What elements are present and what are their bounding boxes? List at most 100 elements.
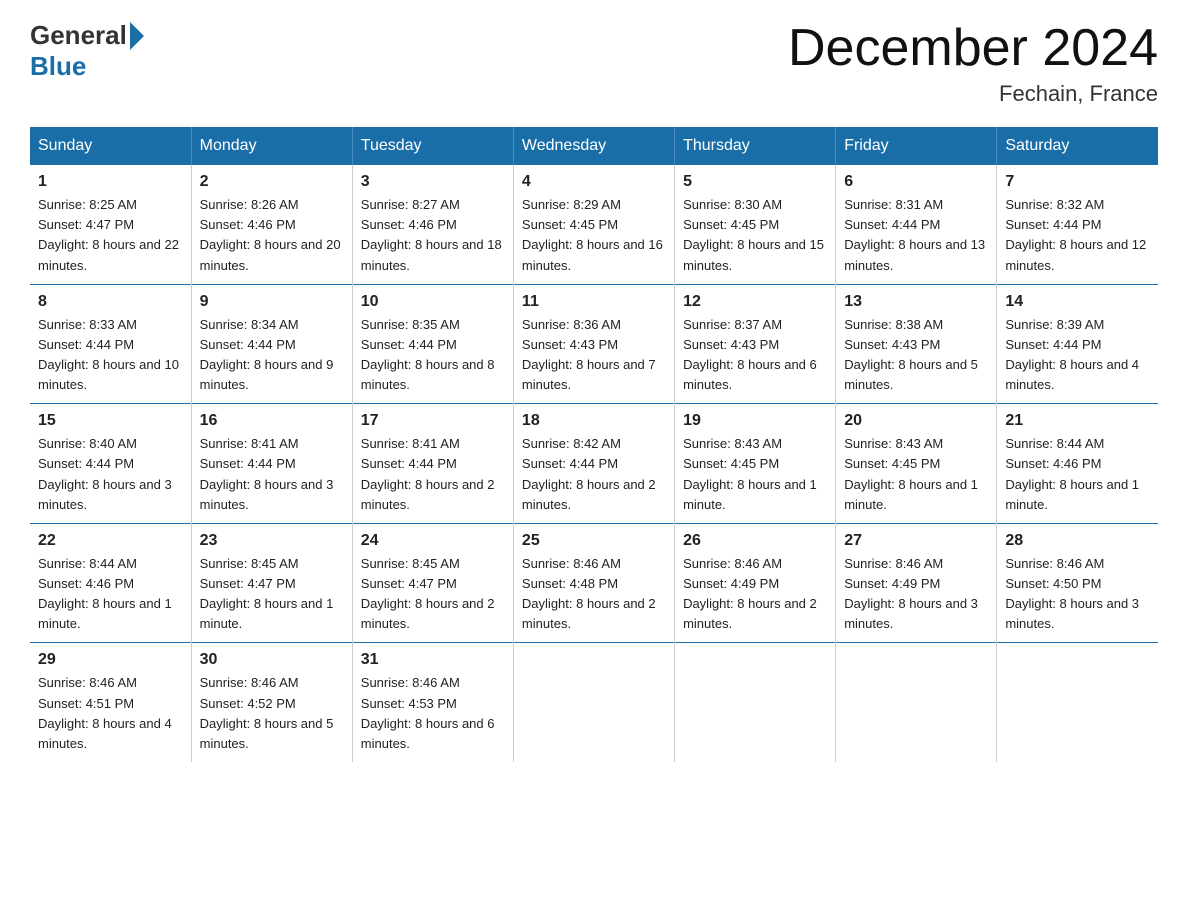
day-info: Sunrise: 8:46 AMSunset: 4:48 PMDaylight:… bbox=[522, 556, 656, 631]
logo-blue-text: Blue bbox=[30, 51, 86, 82]
calendar-day-cell bbox=[513, 643, 674, 762]
day-info: Sunrise: 8:45 AMSunset: 4:47 PMDaylight:… bbox=[361, 556, 495, 631]
day-number: 7 bbox=[1005, 173, 1150, 191]
day-info: Sunrise: 8:38 AMSunset: 4:43 PMDaylight:… bbox=[844, 317, 978, 392]
calendar-day-cell: 26 Sunrise: 8:46 AMSunset: 4:49 PMDaylig… bbox=[675, 523, 836, 643]
day-number: 17 bbox=[361, 412, 505, 430]
calendar-day-cell: 6 Sunrise: 8:31 AMSunset: 4:44 PMDayligh… bbox=[836, 165, 997, 284]
calendar-day-cell: 21 Sunrise: 8:44 AMSunset: 4:46 PMDaylig… bbox=[997, 404, 1158, 524]
day-info: Sunrise: 8:37 AMSunset: 4:43 PMDaylight:… bbox=[683, 317, 817, 392]
day-info: Sunrise: 8:26 AMSunset: 4:46 PMDaylight:… bbox=[200, 197, 341, 272]
day-number: 1 bbox=[38, 173, 183, 191]
day-number: 15 bbox=[38, 412, 183, 430]
calendar-day-cell: 20 Sunrise: 8:43 AMSunset: 4:45 PMDaylig… bbox=[836, 404, 997, 524]
day-number: 18 bbox=[522, 412, 666, 430]
calendar-week-row: 15 Sunrise: 8:40 AMSunset: 4:44 PMDaylig… bbox=[30, 404, 1158, 524]
day-number: 12 bbox=[683, 293, 827, 311]
calendar-day-cell: 12 Sunrise: 8:37 AMSunset: 4:43 PMDaylig… bbox=[675, 284, 836, 404]
header-thursday: Thursday bbox=[675, 127, 836, 165]
header-sunday: Sunday bbox=[30, 127, 191, 165]
weekday-header-row: Sunday Monday Tuesday Wednesday Thursday… bbox=[30, 127, 1158, 165]
day-info: Sunrise: 8:32 AMSunset: 4:44 PMDaylight:… bbox=[1005, 197, 1146, 272]
header-tuesday: Tuesday bbox=[352, 127, 513, 165]
calendar-day-cell: 29 Sunrise: 8:46 AMSunset: 4:51 PMDaylig… bbox=[30, 643, 191, 762]
day-info: Sunrise: 8:42 AMSunset: 4:44 PMDaylight:… bbox=[522, 436, 656, 511]
day-number: 16 bbox=[200, 412, 344, 430]
calendar-day-cell: 2 Sunrise: 8:26 AMSunset: 4:46 PMDayligh… bbox=[191, 165, 352, 284]
calendar-day-cell: 8 Sunrise: 8:33 AMSunset: 4:44 PMDayligh… bbox=[30, 284, 191, 404]
header-saturday: Saturday bbox=[997, 127, 1158, 165]
main-title: December 2024 bbox=[788, 20, 1158, 77]
day-number: 9 bbox=[200, 293, 344, 311]
logo-general-text: General bbox=[30, 20, 127, 51]
calendar-day-cell bbox=[675, 643, 836, 762]
calendar-day-cell: 3 Sunrise: 8:27 AMSunset: 4:46 PMDayligh… bbox=[352, 165, 513, 284]
day-number: 21 bbox=[1005, 412, 1150, 430]
calendar-day-cell bbox=[997, 643, 1158, 762]
calendar-day-cell: 22 Sunrise: 8:44 AMSunset: 4:46 PMDaylig… bbox=[30, 523, 191, 643]
day-number: 24 bbox=[361, 532, 505, 550]
day-number: 14 bbox=[1005, 293, 1150, 311]
day-number: 11 bbox=[522, 293, 666, 311]
header-monday: Monday bbox=[191, 127, 352, 165]
calendar-day-cell: 5 Sunrise: 8:30 AMSunset: 4:45 PMDayligh… bbox=[675, 165, 836, 284]
page-header: General Blue December 2024 Fechain, Fran… bbox=[30, 20, 1158, 107]
day-info: Sunrise: 8:41 AMSunset: 4:44 PMDaylight:… bbox=[361, 436, 495, 511]
day-info: Sunrise: 8:45 AMSunset: 4:47 PMDaylight:… bbox=[200, 556, 334, 631]
calendar-week-row: 29 Sunrise: 8:46 AMSunset: 4:51 PMDaylig… bbox=[30, 643, 1158, 762]
day-number: 2 bbox=[200, 173, 344, 191]
calendar-day-cell: 24 Sunrise: 8:45 AMSunset: 4:47 PMDaylig… bbox=[352, 523, 513, 643]
calendar-day-cell: 18 Sunrise: 8:42 AMSunset: 4:44 PMDaylig… bbox=[513, 404, 674, 524]
day-info: Sunrise: 8:44 AMSunset: 4:46 PMDaylight:… bbox=[1005, 436, 1139, 511]
day-info: Sunrise: 8:25 AMSunset: 4:47 PMDaylight:… bbox=[38, 197, 179, 272]
day-number: 22 bbox=[38, 532, 183, 550]
day-number: 27 bbox=[844, 532, 988, 550]
calendar-day-cell: 4 Sunrise: 8:29 AMSunset: 4:45 PMDayligh… bbox=[513, 165, 674, 284]
day-info: Sunrise: 8:46 AMSunset: 4:53 PMDaylight:… bbox=[361, 675, 495, 750]
day-number: 4 bbox=[522, 173, 666, 191]
calendar-day-cell: 1 Sunrise: 8:25 AMSunset: 4:47 PMDayligh… bbox=[30, 165, 191, 284]
day-info: Sunrise: 8:46 AMSunset: 4:52 PMDaylight:… bbox=[200, 675, 334, 750]
calendar-table: Sunday Monday Tuesday Wednesday Thursday… bbox=[30, 127, 1158, 762]
day-number: 10 bbox=[361, 293, 505, 311]
day-info: Sunrise: 8:27 AMSunset: 4:46 PMDaylight:… bbox=[361, 197, 502, 272]
calendar-day-cell: 10 Sunrise: 8:35 AMSunset: 4:44 PMDaylig… bbox=[352, 284, 513, 404]
location-subtitle: Fechain, France bbox=[788, 81, 1158, 107]
calendar-day-cell: 13 Sunrise: 8:38 AMSunset: 4:43 PMDaylig… bbox=[836, 284, 997, 404]
calendar-day-cell: 14 Sunrise: 8:39 AMSunset: 4:44 PMDaylig… bbox=[997, 284, 1158, 404]
calendar-day-cell: 28 Sunrise: 8:46 AMSunset: 4:50 PMDaylig… bbox=[997, 523, 1158, 643]
calendar-body: 1 Sunrise: 8:25 AMSunset: 4:47 PMDayligh… bbox=[30, 165, 1158, 762]
logo: General Blue bbox=[30, 20, 146, 82]
logo-arrow-icon bbox=[130, 22, 144, 50]
day-number: 25 bbox=[522, 532, 666, 550]
day-info: Sunrise: 8:35 AMSunset: 4:44 PMDaylight:… bbox=[361, 317, 495, 392]
calendar-day-cell: 17 Sunrise: 8:41 AMSunset: 4:44 PMDaylig… bbox=[352, 404, 513, 524]
day-info: Sunrise: 8:46 AMSunset: 4:49 PMDaylight:… bbox=[844, 556, 978, 631]
logo-text: General bbox=[30, 20, 146, 51]
day-number: 19 bbox=[683, 412, 827, 430]
calendar-day-cell: 7 Sunrise: 8:32 AMSunset: 4:44 PMDayligh… bbox=[997, 165, 1158, 284]
day-info: Sunrise: 8:43 AMSunset: 4:45 PMDaylight:… bbox=[683, 436, 817, 511]
day-number: 13 bbox=[844, 293, 988, 311]
day-info: Sunrise: 8:31 AMSunset: 4:44 PMDaylight:… bbox=[844, 197, 985, 272]
day-info: Sunrise: 8:43 AMSunset: 4:45 PMDaylight:… bbox=[844, 436, 978, 511]
calendar-day-cell bbox=[836, 643, 997, 762]
day-number: 8 bbox=[38, 293, 183, 311]
title-section: December 2024 Fechain, France bbox=[788, 20, 1158, 107]
day-info: Sunrise: 8:29 AMSunset: 4:45 PMDaylight:… bbox=[522, 197, 663, 272]
day-info: Sunrise: 8:41 AMSunset: 4:44 PMDaylight:… bbox=[200, 436, 334, 511]
day-info: Sunrise: 8:44 AMSunset: 4:46 PMDaylight:… bbox=[38, 556, 172, 631]
calendar-day-cell: 30 Sunrise: 8:46 AMSunset: 4:52 PMDaylig… bbox=[191, 643, 352, 762]
calendar-week-row: 22 Sunrise: 8:44 AMSunset: 4:46 PMDaylig… bbox=[30, 523, 1158, 643]
calendar-day-cell: 23 Sunrise: 8:45 AMSunset: 4:47 PMDaylig… bbox=[191, 523, 352, 643]
day-info: Sunrise: 8:33 AMSunset: 4:44 PMDaylight:… bbox=[38, 317, 179, 392]
calendar-day-cell: 16 Sunrise: 8:41 AMSunset: 4:44 PMDaylig… bbox=[191, 404, 352, 524]
calendar-week-row: 8 Sunrise: 8:33 AMSunset: 4:44 PMDayligh… bbox=[30, 284, 1158, 404]
header-wednesday: Wednesday bbox=[513, 127, 674, 165]
calendar-day-cell: 25 Sunrise: 8:46 AMSunset: 4:48 PMDaylig… bbox=[513, 523, 674, 643]
day-number: 26 bbox=[683, 532, 827, 550]
day-info: Sunrise: 8:46 AMSunset: 4:51 PMDaylight:… bbox=[38, 675, 172, 750]
header-friday: Friday bbox=[836, 127, 997, 165]
day-number: 28 bbox=[1005, 532, 1150, 550]
calendar-week-row: 1 Sunrise: 8:25 AMSunset: 4:47 PMDayligh… bbox=[30, 165, 1158, 284]
